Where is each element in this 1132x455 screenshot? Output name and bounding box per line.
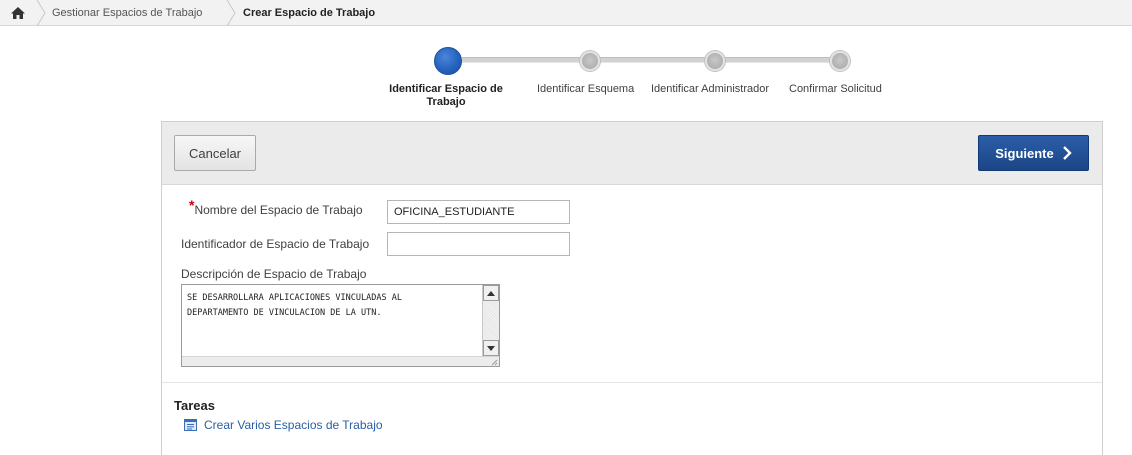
workspace-id-input[interactable] [387,232,570,256]
home-icon [11,7,25,19]
arrow-up-icon [487,290,495,296]
workspace-description-text: SE DESARROLLARA APLICACIONES VINCULADAS … [187,293,402,318]
wizard-step-2-label: Identificar Esquema [537,83,635,95]
wizard-step-1-label-line2: Trabajo [426,96,466,108]
wizard-step-4-indicator [830,51,850,71]
wizard-step-1-indicator [434,47,462,75]
wizard-step-3-indicator [705,51,725,71]
breadcrumb-separator-icon [226,0,236,26]
breadcrumb-separator-icon [36,0,46,26]
home-button[interactable] [0,0,36,26]
region-divider [162,382,1102,383]
next-button[interactable]: Siguiente [978,135,1089,171]
create-multiple-workspaces-label: Crear Varios Espacios de Trabajo [204,418,383,432]
wizard-step-2-indicator [580,51,600,71]
wizard-step-1-label-line1: Identificar Espacio de [389,83,503,95]
workspace-id-label: Identificador de Espacio de Trabajo [181,237,370,251]
textarea-scrollbar[interactable] [482,285,499,357]
chevron-right-icon [1062,146,1072,160]
scroll-down-button[interactable] [483,340,499,356]
list-document-icon [184,419,197,431]
breadcrumb-current: Crear Espacio de Trabajo [243,7,376,19]
arrow-down-icon [487,345,495,351]
wizard-track [720,57,830,63]
wizard-step-1-label: Identificar Espacio de Trabajo [378,83,514,109]
create-workspace-region: Cancelar Siguiente *Nombre del Espacio d… [161,121,1103,455]
workspace-description-textarea[interactable]: SE DESARROLLARA APLICACIONES VINCULADAS … [181,284,500,367]
wizard-track [597,57,707,63]
resize-grip-icon [491,359,498,366]
cancel-button[interactable]: Cancelar [174,135,256,171]
create-multiple-workspaces-link[interactable]: Crear Varios Espacios de Trabajo [184,418,383,432]
workspace-name-label-text: Nombre del Espacio de Trabajo [194,203,363,217]
next-button-label: Siguiente [995,145,1054,161]
workspace-description-label: Descripción de Espacio de Trabajo [181,267,367,281]
wizard-step-3-label: Identificar Administrador [651,83,769,95]
wizard-step-4-label: Confirmar Solicitud [789,83,882,95]
button-bar: Cancelar Siguiente [162,122,1102,185]
required-indicator: * [189,197,195,213]
workspace-name-label: *Nombre del Espacio de Trabajo [189,197,363,217]
breadcrumb: Gestionar Espacios de Trabajo Crear Espa… [0,0,1132,26]
breadcrumb-link-manage-workspaces[interactable]: Gestionar Espacios de Trabajo [52,7,202,19]
textarea-resize-bar[interactable] [182,356,499,366]
workspace-name-input[interactable]: OFICINA_ESTUDIANTE [387,200,570,224]
tasks-heading: Tareas [174,398,215,413]
scroll-up-button[interactable] [483,285,499,301]
wizard-track [462,57,587,63]
